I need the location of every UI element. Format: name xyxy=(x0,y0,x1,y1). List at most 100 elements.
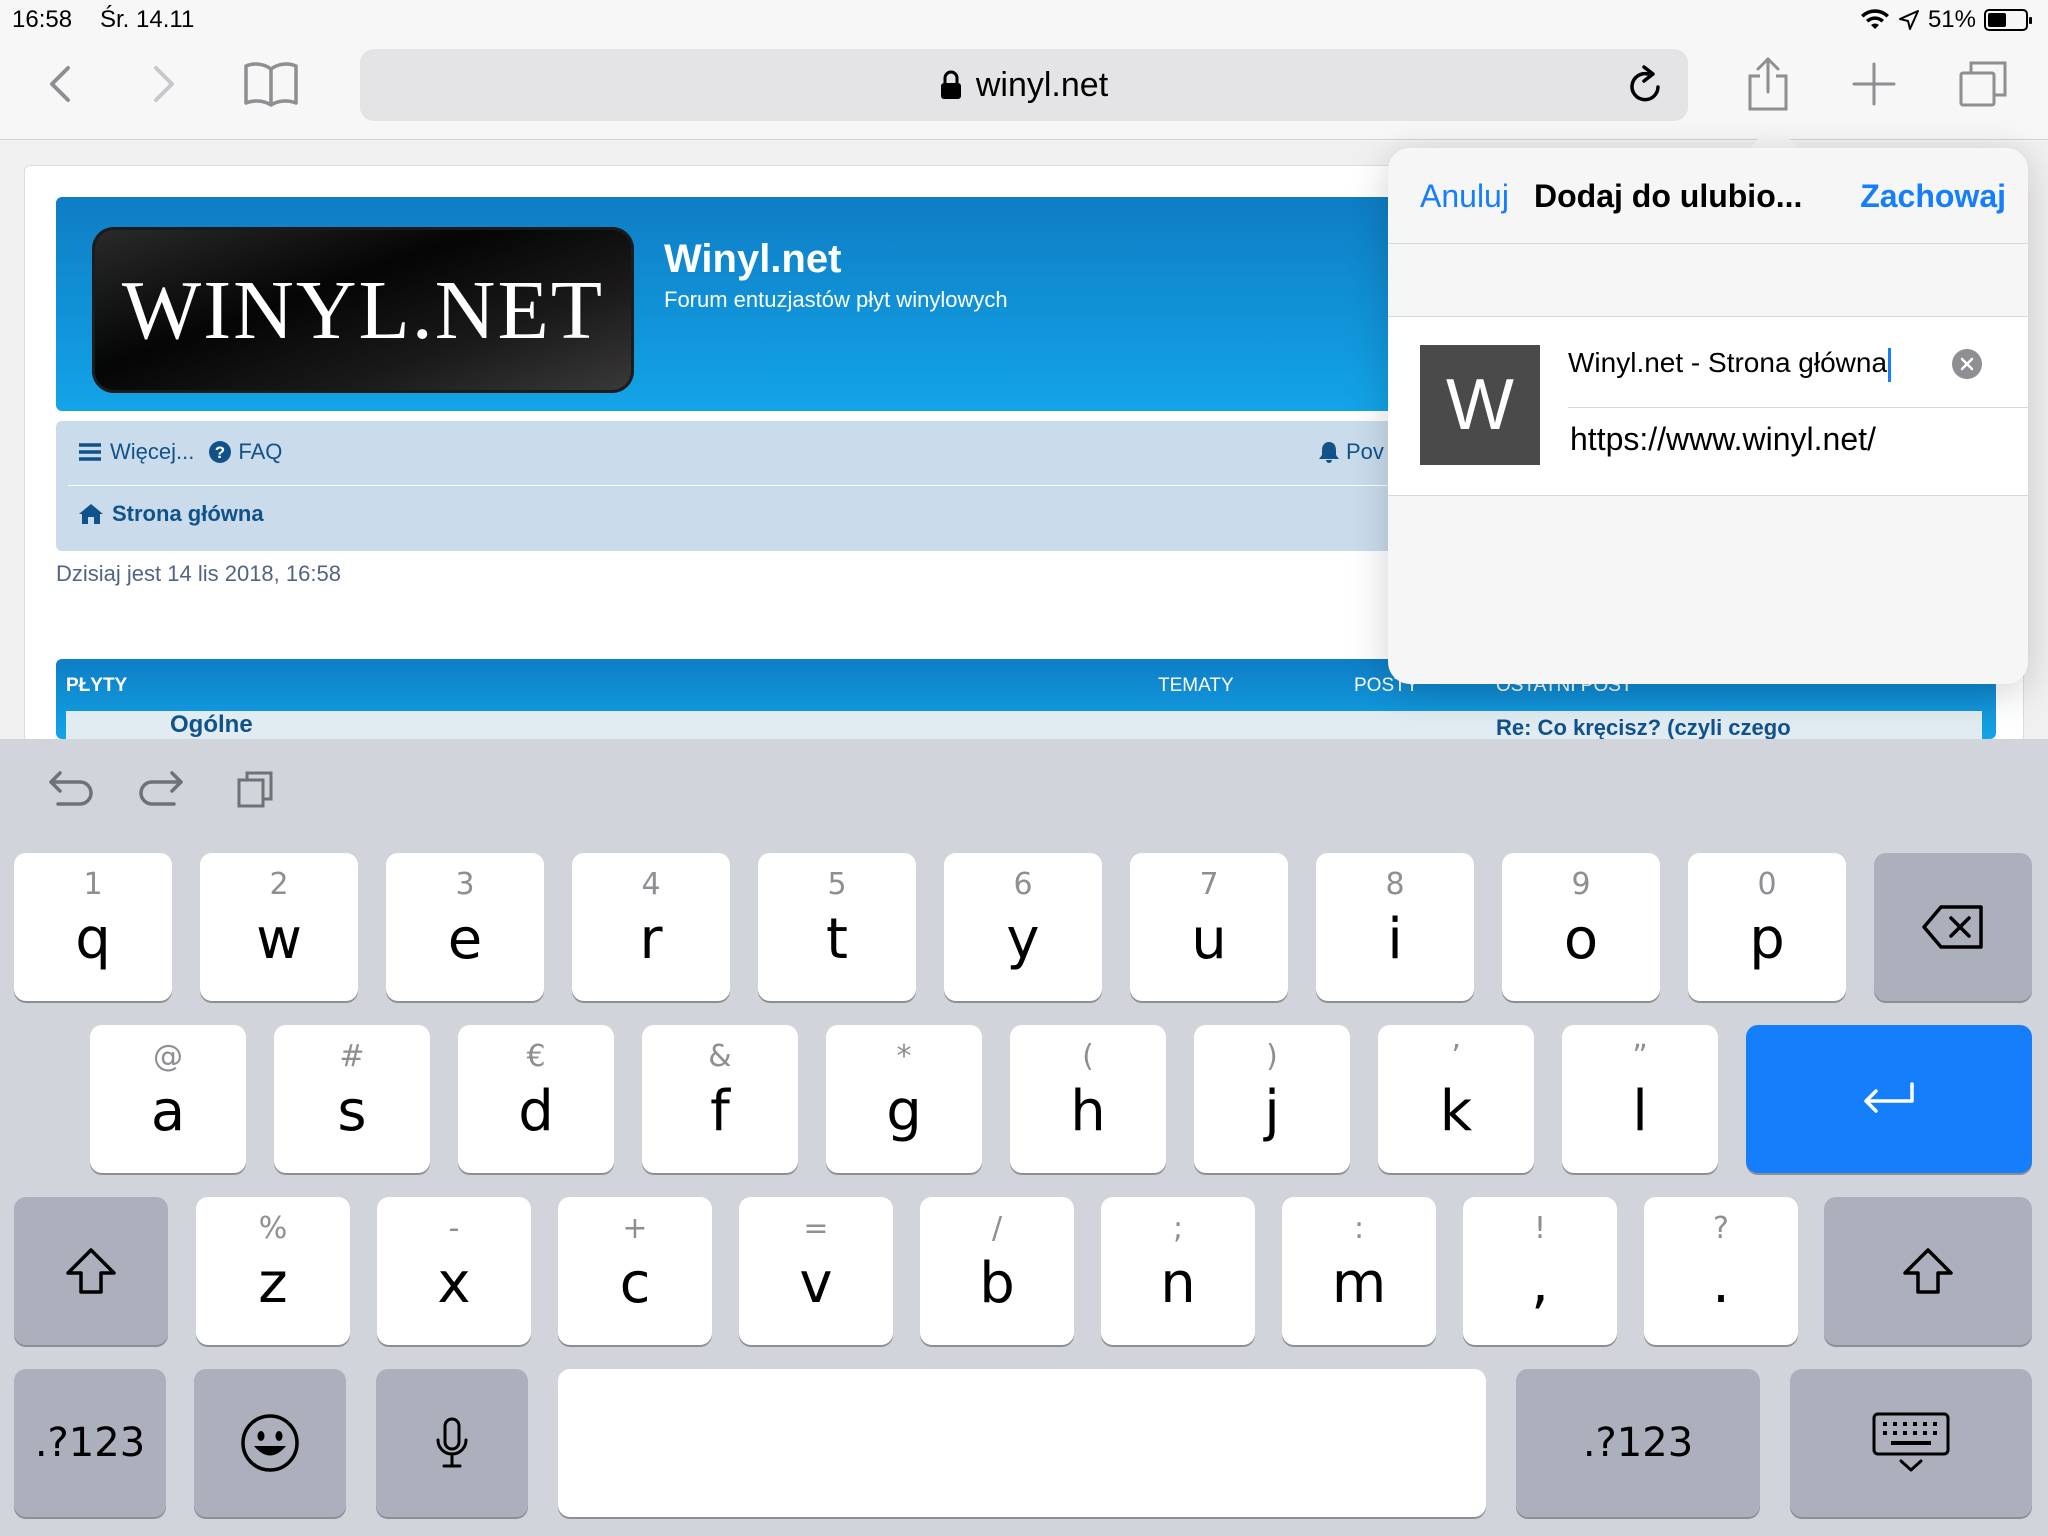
key-primary-char: y xyxy=(1006,907,1040,972)
back-button[interactable] xyxy=(40,56,80,112)
space-key[interactable] xyxy=(558,1369,1486,1517)
key-secondary-char: 1 xyxy=(83,867,103,902)
clear-text-button[interactable] xyxy=(1952,349,1982,379)
cancel-button[interactable]: Anuluj xyxy=(1420,178,1509,215)
forum-row[interactable]: Ogólne Re: Co kręcisz? (czyli czego xyxy=(66,711,1982,739)
row1-key-0[interactable]: 1q xyxy=(14,853,172,1001)
row2-key-1[interactable]: # s xyxy=(274,1025,430,1173)
row2-key-3[interactable]: & f xyxy=(642,1025,798,1173)
row1-key-6[interactable]: 7u xyxy=(1130,853,1288,1001)
row2-key-7[interactable]: ’ k xyxy=(1378,1025,1534,1173)
key-secondary-char: + xyxy=(622,1211,648,1246)
numbers-key-right[interactable]: .?123 xyxy=(1516,1369,1760,1517)
row1-key-4[interactable]: 5t xyxy=(758,853,916,1001)
section-title: PŁYTY xyxy=(66,675,128,696)
row3-key-6[interactable]: :m xyxy=(1282,1197,1436,1345)
tabs-button[interactable] xyxy=(1958,56,2008,112)
status-time: 16:58 xyxy=(12,6,73,33)
row2-key-5[interactable]: (h xyxy=(1010,1025,1166,1173)
lock-icon xyxy=(940,70,961,99)
numbers-key-left[interactable]: .?123 xyxy=(14,1369,166,1517)
backspace-key[interactable] xyxy=(1874,853,2032,1001)
row1-key-1[interactable]: 2w xyxy=(200,853,358,1001)
nav-notifications-label: Pov xyxy=(1346,439,1384,464)
key-primary-char: g xyxy=(886,1079,922,1144)
row1-key-7[interactable]: 8i xyxy=(1316,853,1474,1001)
key-secondary-char: : xyxy=(1353,1211,1365,1246)
row3-key-1[interactable]: -x xyxy=(377,1197,531,1345)
key-primary-char: s xyxy=(337,1079,367,1144)
add-bookmark-popover: Anuluj Dodaj do ulubio... Zachowaj W Win… xyxy=(1388,148,2028,684)
key-secondary-char: ( xyxy=(1082,1039,1094,1074)
thumbnail-letter: W xyxy=(1446,365,1514,445)
key-primary-char: d xyxy=(518,1079,554,1144)
undo-button[interactable] xyxy=(48,769,94,812)
row3-key-5[interactable]: ; n xyxy=(1101,1197,1255,1345)
battery-icon xyxy=(1984,9,2032,31)
row3-key-2[interactable]: + c xyxy=(558,1197,712,1345)
row1-key-5[interactable]: 6y xyxy=(944,853,1102,1001)
forum-name[interactable]: Ogólne xyxy=(170,711,253,739)
key-primary-char: c xyxy=(619,1251,651,1316)
key-secondary-char: / xyxy=(991,1211,1003,1246)
row1-key-2[interactable]: 3e xyxy=(386,853,544,1001)
battery-percent: 51% xyxy=(1927,6,1976,33)
nav-faq-link[interactable]: ? FAQ xyxy=(208,439,282,465)
reload-button[interactable] xyxy=(1626,65,1664,114)
key-primary-char: l xyxy=(1632,1079,1648,1144)
row2-key-4[interactable]: * g xyxy=(826,1025,982,1173)
save-button[interactable]: Zachowaj xyxy=(1860,178,2006,215)
row2-key-8[interactable]: ” l xyxy=(1562,1025,1718,1173)
new-tab-button[interactable] xyxy=(1852,56,1896,112)
key-secondary-char: 6 xyxy=(1013,867,1033,902)
bookmark-name-value: Winyl.net - Strona główna xyxy=(1568,347,1888,378)
current-date-text: Dzisiaj jest 14 lis 2018, 16:58 xyxy=(56,561,341,586)
hide-keyboard-key[interactable] xyxy=(1790,1369,2032,1517)
nav-notifications-link[interactable]: Pov xyxy=(1318,439,1384,465)
dictation-key[interactable] xyxy=(376,1369,528,1517)
shift-key-left[interactable] xyxy=(14,1197,168,1345)
row3-key-4[interactable]: / b xyxy=(920,1197,1074,1345)
key-secondary-char: 2 xyxy=(269,867,289,902)
nav-more-link[interactable]: Więcej... xyxy=(78,439,194,465)
breadcrumb[interactable]: Strona główna xyxy=(78,501,264,527)
emoji-key[interactable] xyxy=(194,1369,346,1517)
status-bar: 16:58 Śr. 14.11 51% xyxy=(0,0,2048,38)
row3-key-0[interactable]: % z xyxy=(196,1197,350,1345)
share-icon xyxy=(1748,57,1788,111)
forum-last-post[interactable]: Re: Co kręcisz? (czyli czego xyxy=(1496,715,1791,739)
row1-key-3[interactable]: 4r xyxy=(572,853,730,1001)
svg-text:?: ? xyxy=(215,443,225,462)
chevron-right-icon xyxy=(154,66,174,102)
clear-icon xyxy=(1960,357,1974,371)
row3-key-8[interactable]: ?. xyxy=(1644,1197,1798,1345)
row1-key-8[interactable]: 9o xyxy=(1502,853,1660,1001)
key-primary-char: r xyxy=(639,907,663,972)
forward-button[interactable] xyxy=(144,56,184,112)
row1-key-9[interactable]: 0p xyxy=(1688,853,1846,1001)
address-bar[interactable]: winyl.net xyxy=(360,49,1688,121)
site-title[interactable]: Winyl.net xyxy=(664,237,841,282)
bookmark-name-field[interactable]: Winyl.net - Strona główna xyxy=(1568,335,1928,391)
reload-icon xyxy=(1630,65,1660,102)
shift-key-right[interactable] xyxy=(1824,1197,2032,1345)
paste-button[interactable] xyxy=(236,769,274,814)
row2-key-0[interactable]: @ a xyxy=(90,1025,246,1173)
nav-faq-label: FAQ xyxy=(238,439,283,464)
share-button[interactable] xyxy=(1744,56,1792,112)
microphone-icon xyxy=(436,1417,468,1468)
row3-key-3[interactable]: = v xyxy=(739,1197,893,1345)
return-key[interactable] xyxy=(1746,1025,2032,1173)
key-primary-char: b xyxy=(979,1251,1015,1316)
row2-key-6[interactable]: ) j xyxy=(1194,1025,1350,1173)
key-secondary-char: ; xyxy=(1172,1211,1184,1246)
bookmark-form: W Winyl.net - Strona główna https://www.… xyxy=(1388,316,2028,496)
key-secondary-char: ’ xyxy=(1451,1039,1461,1074)
row3-key-7[interactable]: !, xyxy=(1463,1197,1617,1345)
bookmarks-button[interactable] xyxy=(240,56,302,112)
redo-button[interactable] xyxy=(138,769,184,812)
numbers-key-right-label: .?123 xyxy=(1582,1420,1694,1466)
question-circle-icon: ? xyxy=(209,441,232,463)
row2-key-2[interactable]: € d xyxy=(458,1025,614,1173)
site-logo[interactable]: WINYL.NET xyxy=(92,227,634,393)
